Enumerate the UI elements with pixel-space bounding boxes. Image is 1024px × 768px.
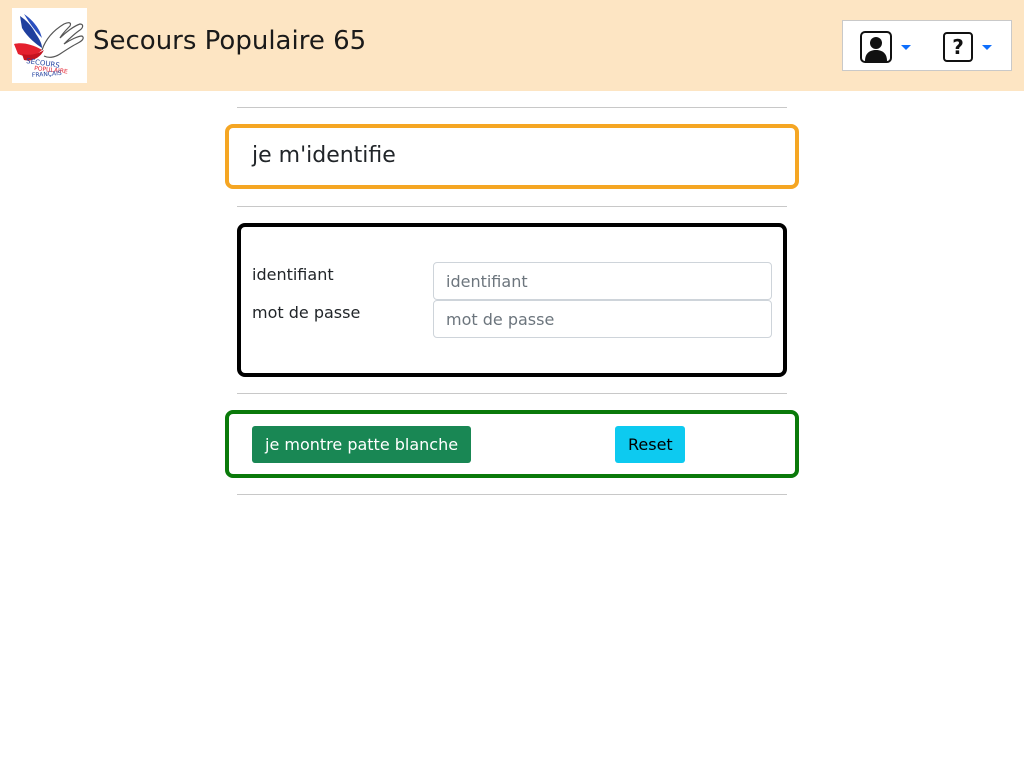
help-icon: ?: [943, 32, 973, 62]
login-form-panel: identifiant mot de passe: [237, 223, 787, 377]
account-menu-group: ?: [842, 20, 1012, 71]
svg-text:FRANÇAIS: FRANÇAIS: [32, 70, 62, 79]
submit-button[interactable]: je montre patte blanche: [252, 426, 471, 463]
help-menu-toggle[interactable]: ?: [943, 30, 992, 64]
chevron-down-icon: [982, 44, 992, 50]
secours-populaire-logo[interactable]: SECOURS POPULAIRE FRANÇAIS: [12, 8, 87, 83]
login-actions-panel: je montre patte blanche Reset: [225, 410, 799, 478]
password-input[interactable]: [433, 300, 772, 338]
reset-button[interactable]: Reset: [615, 426, 685, 463]
user-icon: [860, 31, 892, 63]
chevron-down-icon: [901, 44, 911, 50]
top-navbar: SECOURS POPULAIRE FRANÇAIS Secours Popul…: [0, 0, 1024, 91]
password-label: mot de passe: [252, 303, 361, 322]
page-title: je m'identifie: [252, 143, 396, 168]
divider: [237, 393, 787, 394]
divider: [237, 494, 787, 495]
logo-lettering: SECOURS POPULAIRE FRANÇAIS: [26, 57, 68, 79]
app-title: Secours Populaire 65: [93, 26, 367, 56]
divider: [237, 107, 787, 108]
username-input[interactable]: [433, 262, 772, 300]
divider: [237, 206, 787, 207]
user-menu-toggle[interactable]: [860, 30, 911, 64]
login-title-panel: je m'identifie: [225, 124, 799, 189]
username-label: identifiant: [252, 265, 334, 284]
